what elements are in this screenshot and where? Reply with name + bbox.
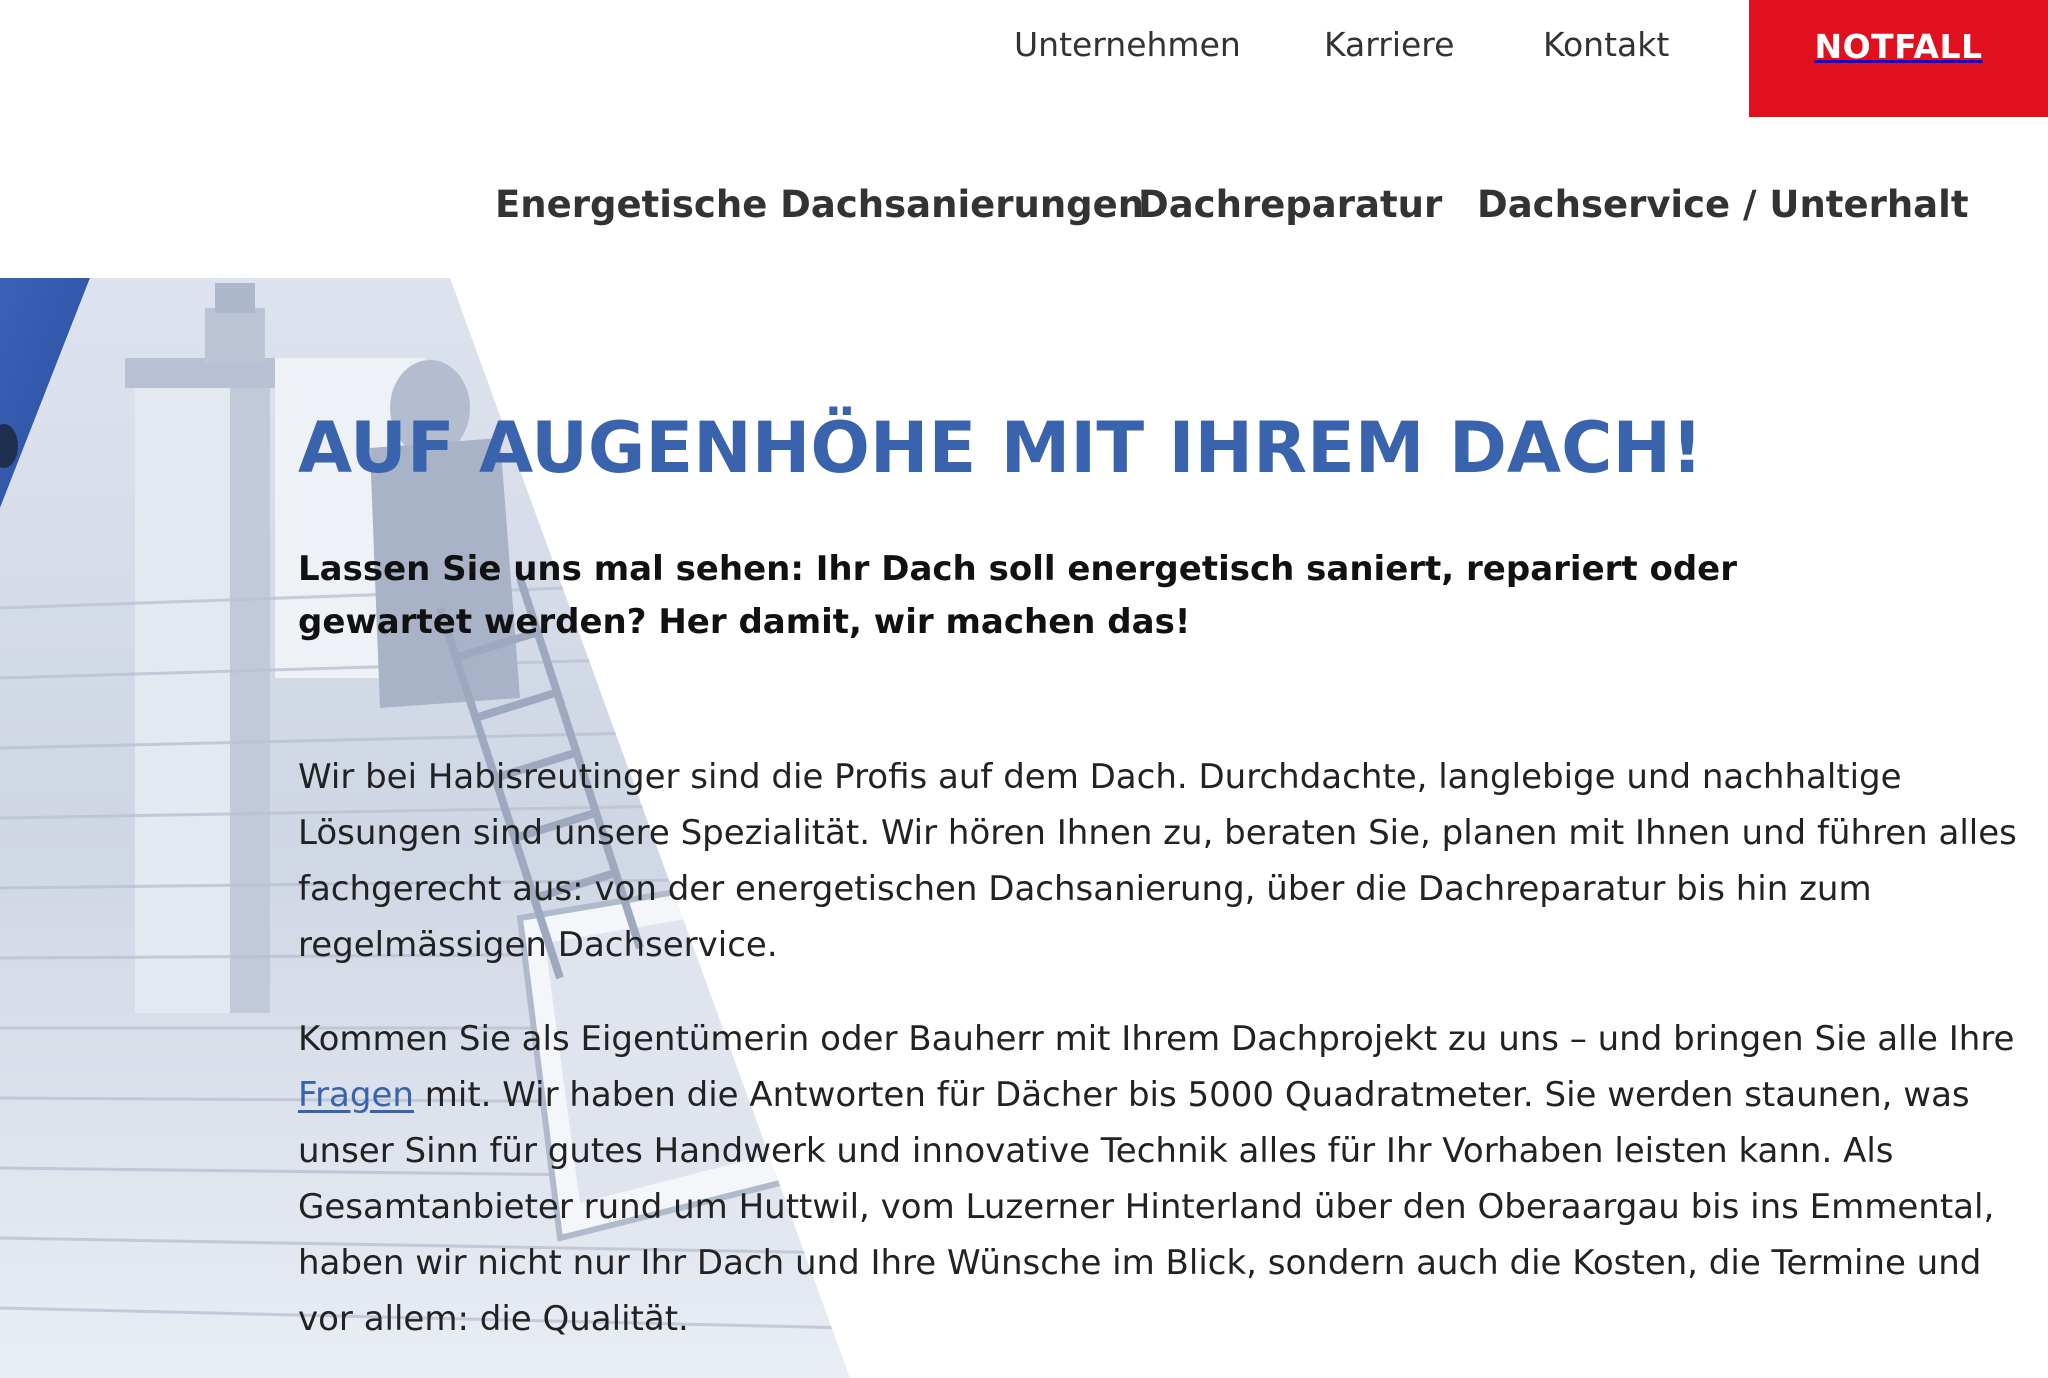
- main-nav-dachreparatur[interactable]: Dachreparatur: [1138, 184, 1442, 226]
- emergency-button-label: NOTFALL: [1814, 27, 1983, 66]
- fragen-link[interactable]: Fragen: [298, 1075, 414, 1115]
- lead-paragraph: Lassen Sie uns mal sehen: Ihr Dach soll …: [298, 549, 1738, 642]
- top-nav-unternehmen[interactable]: Unternehmen: [1014, 0, 1241, 61]
- main-nav-energetische-dachsanierungen[interactable]: Energetische Dachsanierungen: [495, 184, 1144, 226]
- page-headline: AUF AUGENHÖHE MIT IHREM DACH!: [298, 407, 1703, 489]
- hero-content: AUF AUGENHÖHE MIT IHREM DACH! Lassen Sie…: [298, 410, 2018, 1347]
- main-nav-dachservice-unterhalt[interactable]: Dachservice / Unterhalt: [1477, 184, 1969, 226]
- project-paragraph-start: Kommen Sie als Eigentümerin oder Bauherr…: [298, 1019, 2015, 1059]
- page: Unternehmen Karriere Kontakt NOTFALL Ene…: [0, 0, 2048, 1378]
- project-paragraph-end: mit. Wir haben die Antworten für Dächer …: [298, 1075, 1995, 1339]
- top-nav-karriere[interactable]: Karriere: [1324, 0, 1454, 61]
- emergency-button[interactable]: NOTFALL: [1749, 0, 2048, 117]
- top-nav-kontakt[interactable]: Kontakt: [1543, 0, 1669, 61]
- project-paragraph: Kommen Sie als Eigentümerin oder Bauherr…: [298, 1011, 2018, 1347]
- intro-paragraph: Wir bei Habisreutinger sind die Profis a…: [298, 757, 2017, 965]
- main-nav: Energetische Dachsanierungen Dachreparat…: [0, 184, 2048, 235]
